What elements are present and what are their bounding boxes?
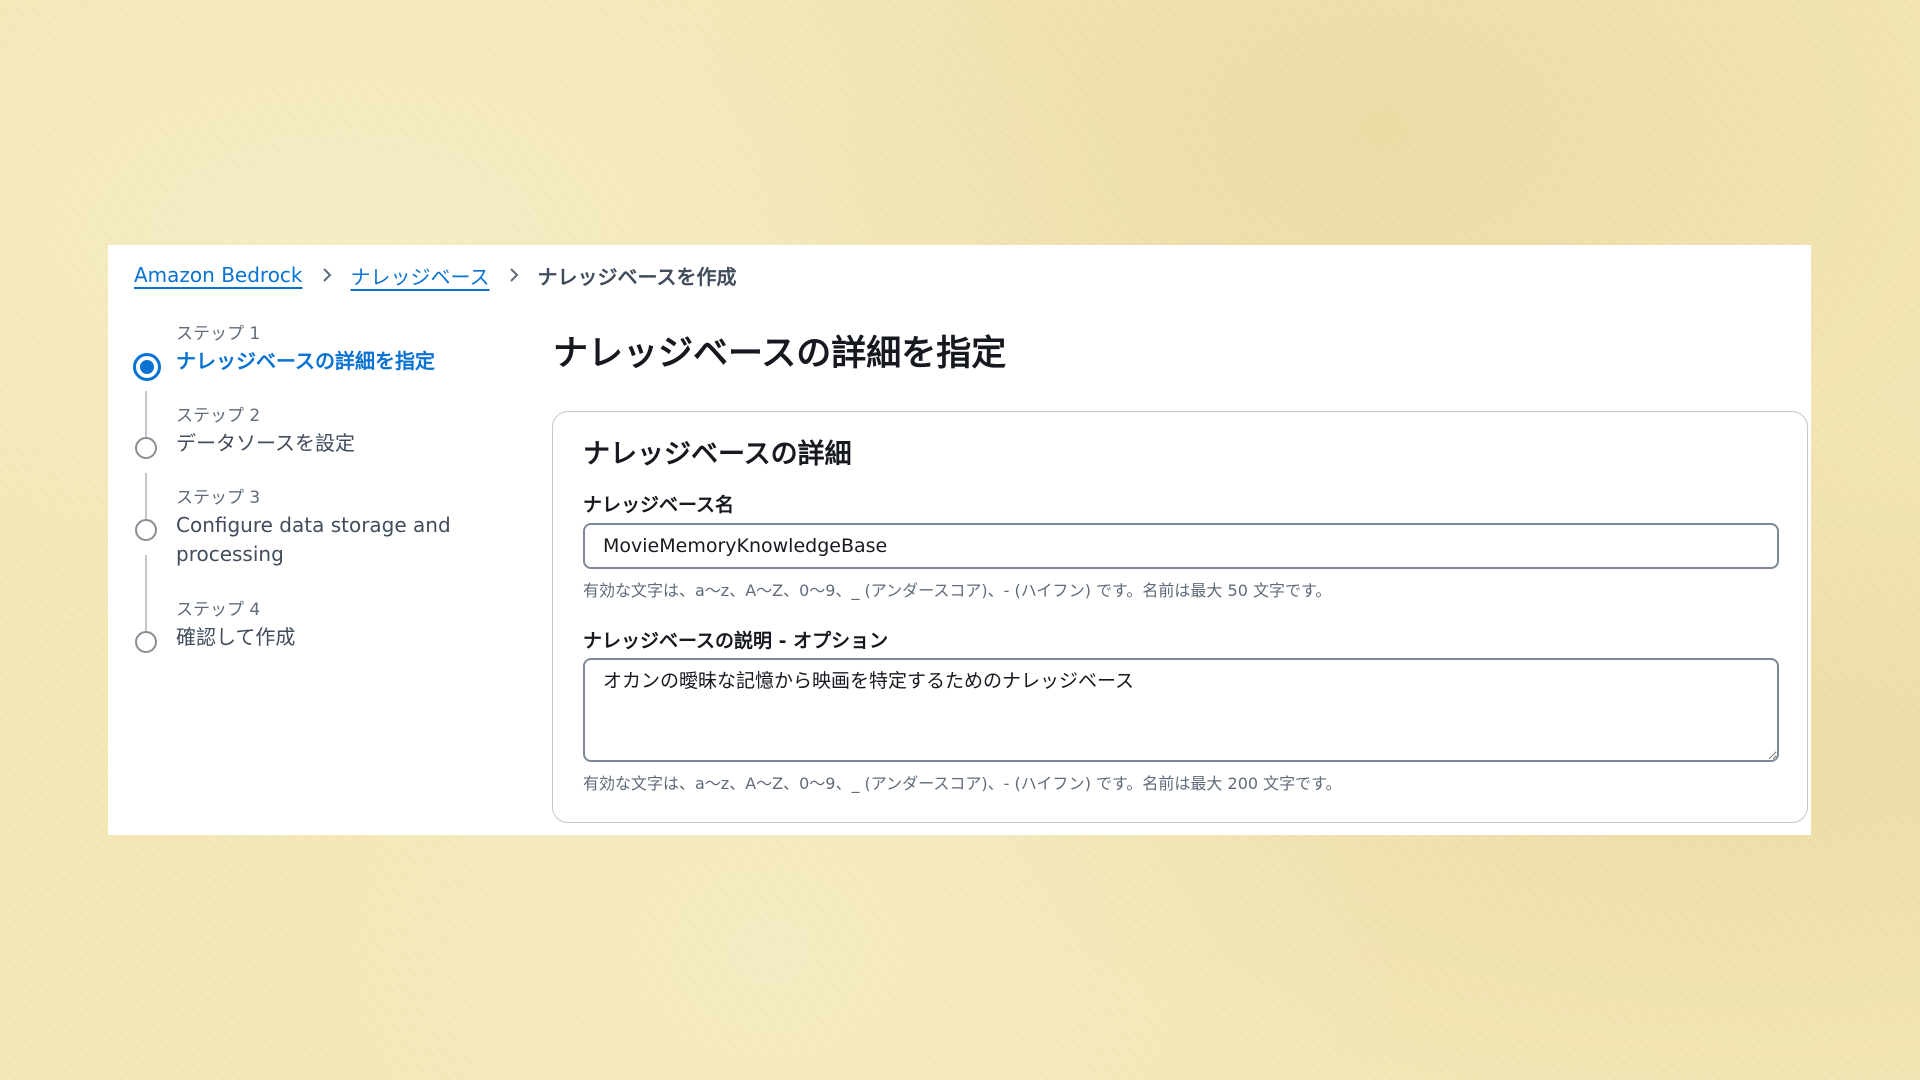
step-3-title: Configure data storage and processing — [176, 513, 451, 566]
step-4[interactable]: ステップ 4 確認して作成 — [134, 597, 514, 679]
step-2[interactable]: ステップ 2 データソースを設定 — [134, 403, 514, 485]
page-title: ナレッジベースの詳細を指定 — [553, 334, 1007, 374]
radio-empty-icon — [135, 519, 157, 541]
step-2-title: データソースを設定 — [176, 431, 355, 455]
description-field-label: ナレッジベースの説明 - オプション — [583, 630, 889, 652]
step-1-label: ステップ 1 — [176, 324, 261, 344]
step-1: ステップ 1 ナレッジベースの詳細を指定 — [133, 321, 514, 403]
breadcrumb: Amazon Bedrock ナレッジベース ナレッジベースを作成 — [134, 259, 737, 291]
knowledge-base-description-textarea[interactable]: オカンの曖昧な記憶から映画を特定するためのナレッジベース — [583, 658, 1779, 762]
details-card: ナレッジベースの詳細 ナレッジベース名 有効な文字は、a〜z、A〜Z、0〜9、_… — [552, 411, 1808, 823]
step-4-label: ステップ 4 — [176, 600, 261, 620]
chevron-right-icon — [313, 261, 341, 289]
main-panel: Amazon Bedrock ナレッジベース ナレッジベースを作成 ステップ 1… — [108, 245, 1811, 835]
breadcrumb-current: ナレッジベースを作成 — [537, 264, 737, 289]
name-field-hint: 有効な文字は、a〜z、A〜Z、0〜9、_ (アンダースコア)、- (ハイフン) … — [583, 581, 1332, 600]
description-field-hint: 有効な文字は、a〜z、A〜Z、0〜9、_ (アンダースコア)、- (ハイフン) … — [583, 774, 1342, 793]
chevron-right-icon — [500, 261, 528, 289]
breadcrumb-link-bedrock[interactable]: Amazon Bedrock — [134, 263, 303, 287]
step-4-title: 確認して作成 — [176, 625, 296, 649]
radio-empty-icon — [135, 631, 157, 653]
name-field-label: ナレッジベース名 — [583, 494, 735, 516]
radio-empty-icon — [135, 437, 157, 459]
breadcrumb-link-knowledge-base[interactable]: ナレッジベース — [351, 261, 490, 290]
wizard-steps: ステップ 1 ナレッジベースの詳細を指定 ステップ 2 データソースを設定 ステ… — [133, 321, 514, 679]
step-2-label: ステップ 2 — [176, 406, 261, 426]
radio-selected-icon — [133, 353, 161, 381]
knowledge-base-name-input[interactable] — [583, 523, 1779, 569]
step-3[interactable]: ステップ 3 Configure data storage and proces… — [134, 485, 514, 597]
step-1-title: ナレッジベースの詳細を指定 — [176, 349, 435, 373]
card-title: ナレッジベースの詳細 — [583, 439, 852, 470]
step-3-label: ステップ 3 — [176, 488, 261, 508]
